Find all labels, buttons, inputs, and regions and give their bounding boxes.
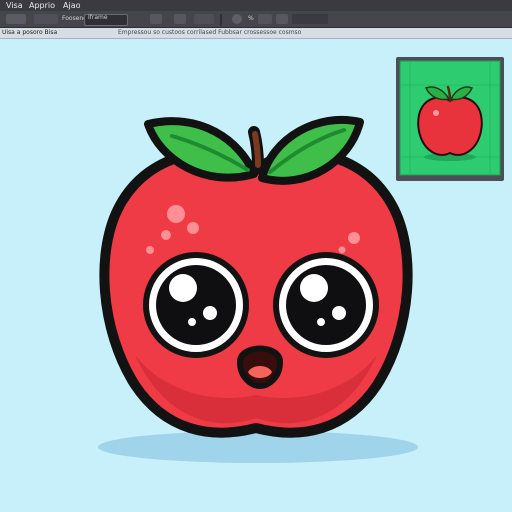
- left-eye-sparkle: [203, 306, 217, 320]
- apple-highlight: [187, 222, 199, 234]
- tool-fill-button[interactable]: [194, 14, 214, 24]
- toolbar: Foosenoy Iframe %: [0, 11, 512, 28]
- right-eye-pupil: [286, 265, 366, 345]
- toolbar-field[interactable]: Iframe: [84, 14, 128, 26]
- menu-bar: Visa Apprio Ajao: [0, 0, 512, 11]
- menu-item-apprio[interactable]: Apprio: [29, 0, 55, 11]
- apple-highlight: [338, 246, 346, 254]
- left-eye-sparkle: [169, 274, 197, 302]
- hint-center-text: Empressou so custoos corrilased Fubbsar …: [118, 29, 302, 36]
- hint-left-text: Uisa a posoro Bisa: [2, 29, 58, 36]
- tool-eraser-button[interactable]: [174, 14, 186, 24]
- apple-thumbnail-icon: [417, 96, 483, 156]
- apple-highlight: [146, 246, 154, 254]
- apple-highlight: [348, 232, 360, 244]
- left-eye-sparkle: [188, 318, 196, 326]
- preview-thumbnail: [399, 60, 501, 176]
- tool-move-button[interactable]: [258, 14, 272, 24]
- right-eye-sparkle: [332, 306, 346, 320]
- tool-layer-button[interactable]: [34, 14, 58, 24]
- tool-select-button[interactable]: [6, 14, 26, 24]
- preview-highlight: [433, 110, 439, 116]
- preview-shadow: [424, 153, 476, 161]
- right-eye-sparkle: [317, 318, 325, 326]
- menu-item-ajao[interactable]: Ajao: [63, 0, 81, 11]
- toolbar-field-text: Iframe: [88, 14, 108, 21]
- tool-brush-button[interactable]: [150, 14, 162, 24]
- zoom-icon[interactable]: [232, 14, 242, 24]
- apple-shadow: [98, 431, 418, 463]
- apple-highlight: [161, 230, 171, 240]
- app-window: Visa Apprio Ajao Foosenoy Iframe % Uisa …: [0, 0, 512, 512]
- tool-crop-button[interactable]: [276, 14, 288, 24]
- zoom-label: %: [248, 15, 254, 22]
- toolbar-spacer: [220, 14, 222, 26]
- left-eye-pupil: [156, 265, 236, 345]
- right-eye-sparkle: [300, 274, 328, 302]
- preview-panel[interactable]: [396, 57, 504, 181]
- toolbar-empty-slot: [292, 14, 328, 24]
- apple-highlight: [167, 205, 185, 223]
- menu-item-visa[interactable]: Visa: [6, 0, 23, 11]
- apple-stem: [252, 131, 261, 168]
